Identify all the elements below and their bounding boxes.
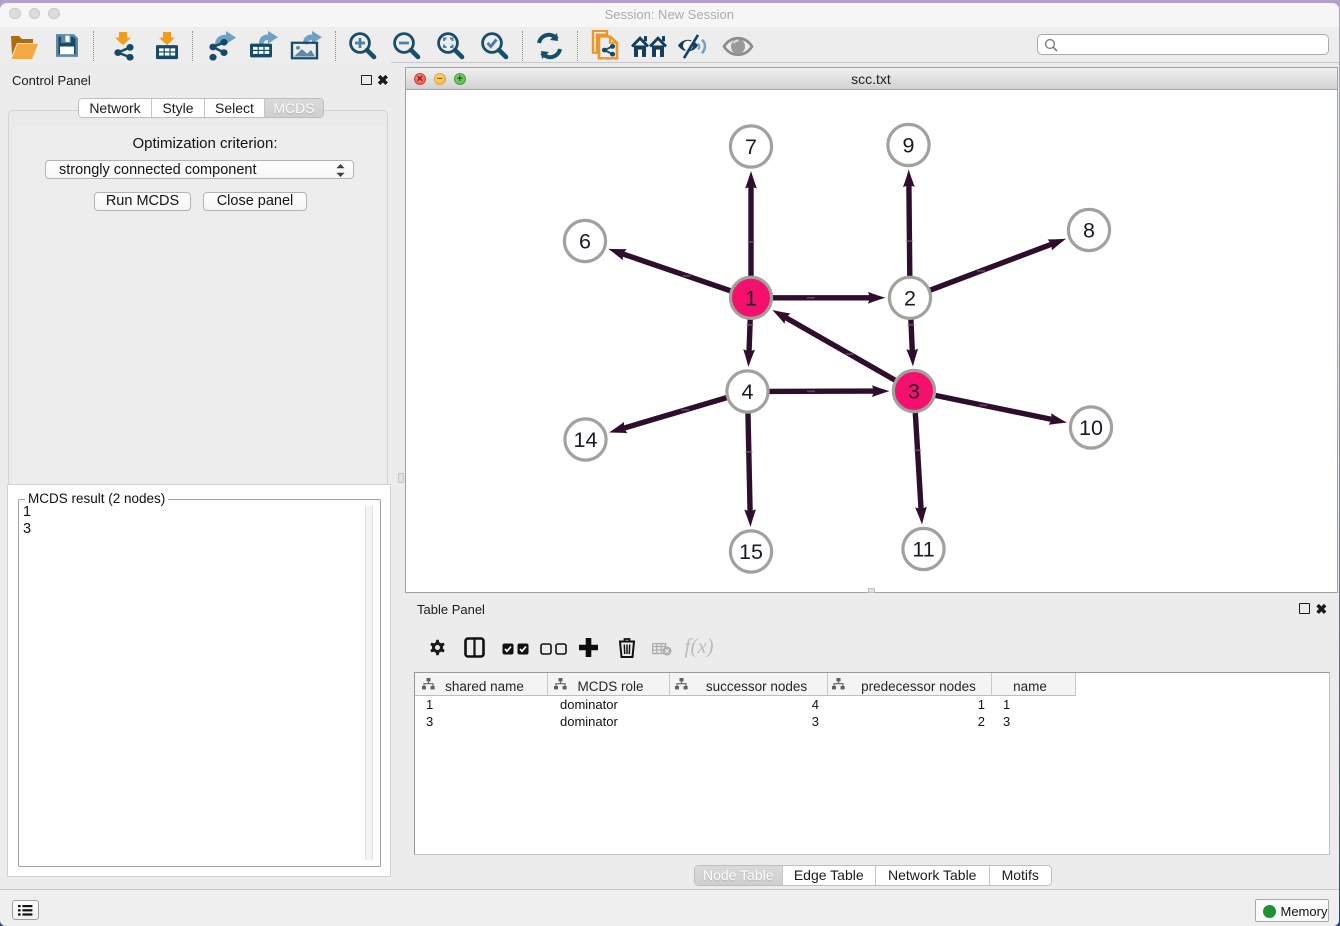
svg-text:7: 7 xyxy=(745,135,757,159)
svg-text:11: 11 xyxy=(912,537,934,561)
svg-text:2: 2 xyxy=(904,286,916,310)
svg-text:9: 9 xyxy=(902,133,914,157)
svg-text:4: 4 xyxy=(741,380,753,404)
svg-text:8: 8 xyxy=(1083,218,1095,242)
svg-text:1: 1 xyxy=(745,286,757,310)
svg-text:10: 10 xyxy=(1079,416,1103,440)
svg-text:14: 14 xyxy=(573,428,597,452)
svg-text:3: 3 xyxy=(908,379,920,403)
svg-text:6: 6 xyxy=(579,229,591,253)
svg-text:15: 15 xyxy=(739,540,763,564)
